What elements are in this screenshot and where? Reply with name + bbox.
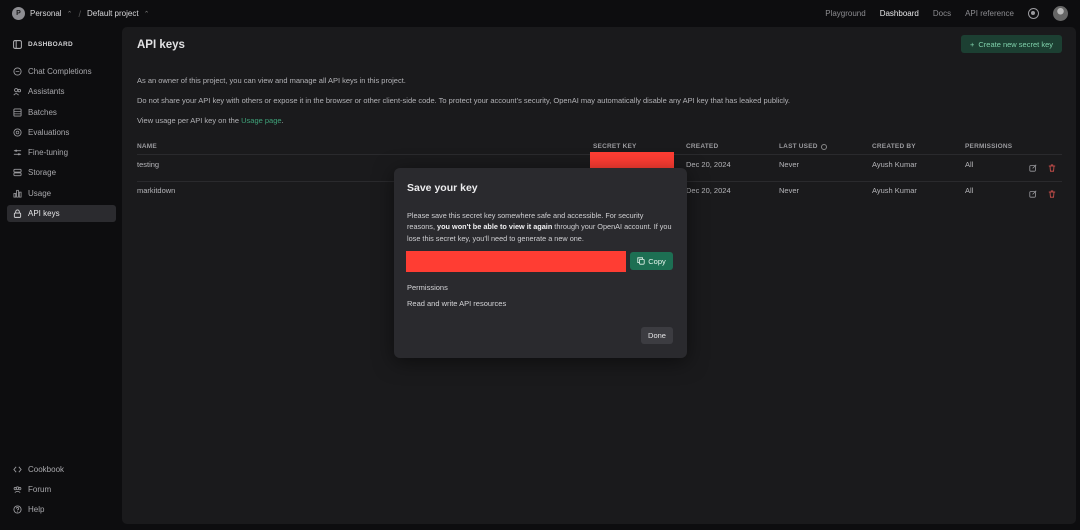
dialog-title: Save your key — [407, 182, 478, 194]
done-button[interactable]: Done — [641, 327, 673, 344]
permissions-value: Read and write API resources — [407, 299, 507, 308]
permissions-label: Permissions — [407, 283, 448, 292]
dialog-description: Please save this secret key somewhere sa… — [407, 210, 673, 244]
copy-icon — [637, 257, 645, 265]
redacted-secret-key-field[interactable] — [406, 251, 626, 272]
dialog-text-bold: you won't be able to view it again — [437, 222, 553, 232]
copy-button[interactable]: Copy — [630, 252, 673, 270]
copy-label: Copy — [648, 256, 666, 266]
save-key-dialog: Save your key Please save this secret ke… — [394, 168, 687, 358]
